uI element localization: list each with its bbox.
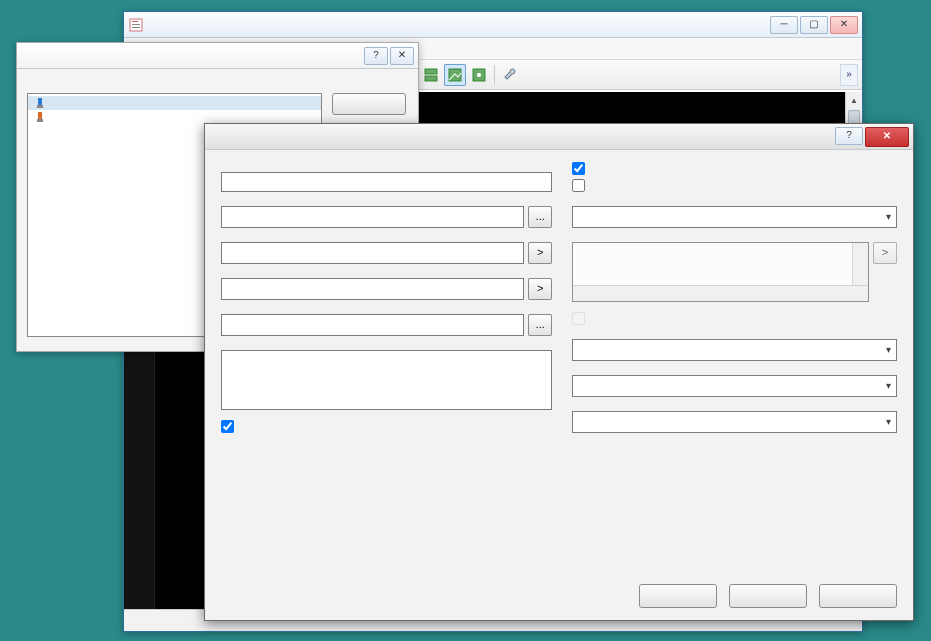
close-icon[interactable]: ✕	[865, 127, 909, 147]
show-output-checkbox[interactable]	[572, 162, 897, 175]
iconpath-browse-button[interactable]: ...	[528, 314, 552, 336]
args-input[interactable]	[221, 242, 524, 264]
editor-titlebar[interactable]: ─ ▢ ✕	[124, 12, 862, 38]
help-icon[interactable]: ?	[835, 127, 863, 145]
help-button[interactable]	[819, 584, 897, 608]
show-output-check-input[interactable]	[572, 162, 585, 175]
args-expand-button[interactable]: >	[528, 242, 552, 264]
command-input[interactable]	[221, 206, 524, 228]
dir-input[interactable]	[221, 278, 524, 300]
tool-icon	[34, 97, 46, 109]
custom-textarea[interactable]	[572, 242, 869, 302]
list-item[interactable]	[28, 96, 321, 110]
list-item[interactable]	[28, 110, 321, 124]
ok-button[interactable]	[639, 584, 717, 608]
props-titlebar[interactable]: ? ✕	[205, 124, 913, 150]
eof-checkbox	[572, 312, 897, 325]
tile4-icon[interactable]	[468, 64, 490, 86]
ok-button[interactable]	[332, 93, 406, 115]
tile3-icon[interactable]	[444, 64, 466, 86]
iconpath-input[interactable]	[221, 314, 524, 336]
tool-properties-dialog: ? ✕ ... >	[204, 123, 914, 621]
tools-titlebar[interactable]: ? ✕	[17, 43, 418, 69]
maximize-button[interactable]: ▢	[800, 16, 828, 34]
dir-expand-button[interactable]: >	[528, 278, 552, 300]
wrench-icon[interactable]	[499, 64, 521, 86]
stderr-combo[interactable]	[572, 411, 897, 433]
eof-check-input	[572, 312, 585, 325]
save-file-check-input[interactable]	[221, 420, 234, 433]
save-file-checkbox[interactable]	[221, 420, 552, 433]
encoding-combo[interactable]	[572, 375, 897, 397]
close-output-checkbox[interactable]	[572, 179, 897, 192]
close-output-check-input[interactable]	[572, 179, 585, 192]
scrollbar-h[interactable]	[573, 285, 868, 301]
cancel-button[interactable]	[729, 584, 807, 608]
browse-button[interactable]: ...	[528, 206, 552, 228]
tile2-icon[interactable]	[420, 64, 442, 86]
help-icon[interactable]: ?	[364, 47, 388, 65]
scroll-up-icon[interactable]: ▲	[846, 92, 862, 109]
toolbar-overflow-icon[interactable]: »	[840, 64, 858, 86]
input-combo[interactable]	[572, 206, 897, 228]
scrollbar[interactable]	[852, 243, 868, 285]
tool-icon	[34, 111, 46, 123]
output-combo[interactable]	[572, 339, 897, 361]
close-button[interactable]: ✕	[830, 16, 858, 34]
title-input[interactable]	[221, 172, 552, 192]
app-icon	[128, 17, 144, 33]
custom-expand-button[interactable]: >	[873, 242, 897, 264]
curicon-box[interactable]	[221, 350, 552, 410]
close-icon[interactable]: ✕	[390, 47, 414, 65]
minimize-button[interactable]: ─	[770, 16, 798, 34]
